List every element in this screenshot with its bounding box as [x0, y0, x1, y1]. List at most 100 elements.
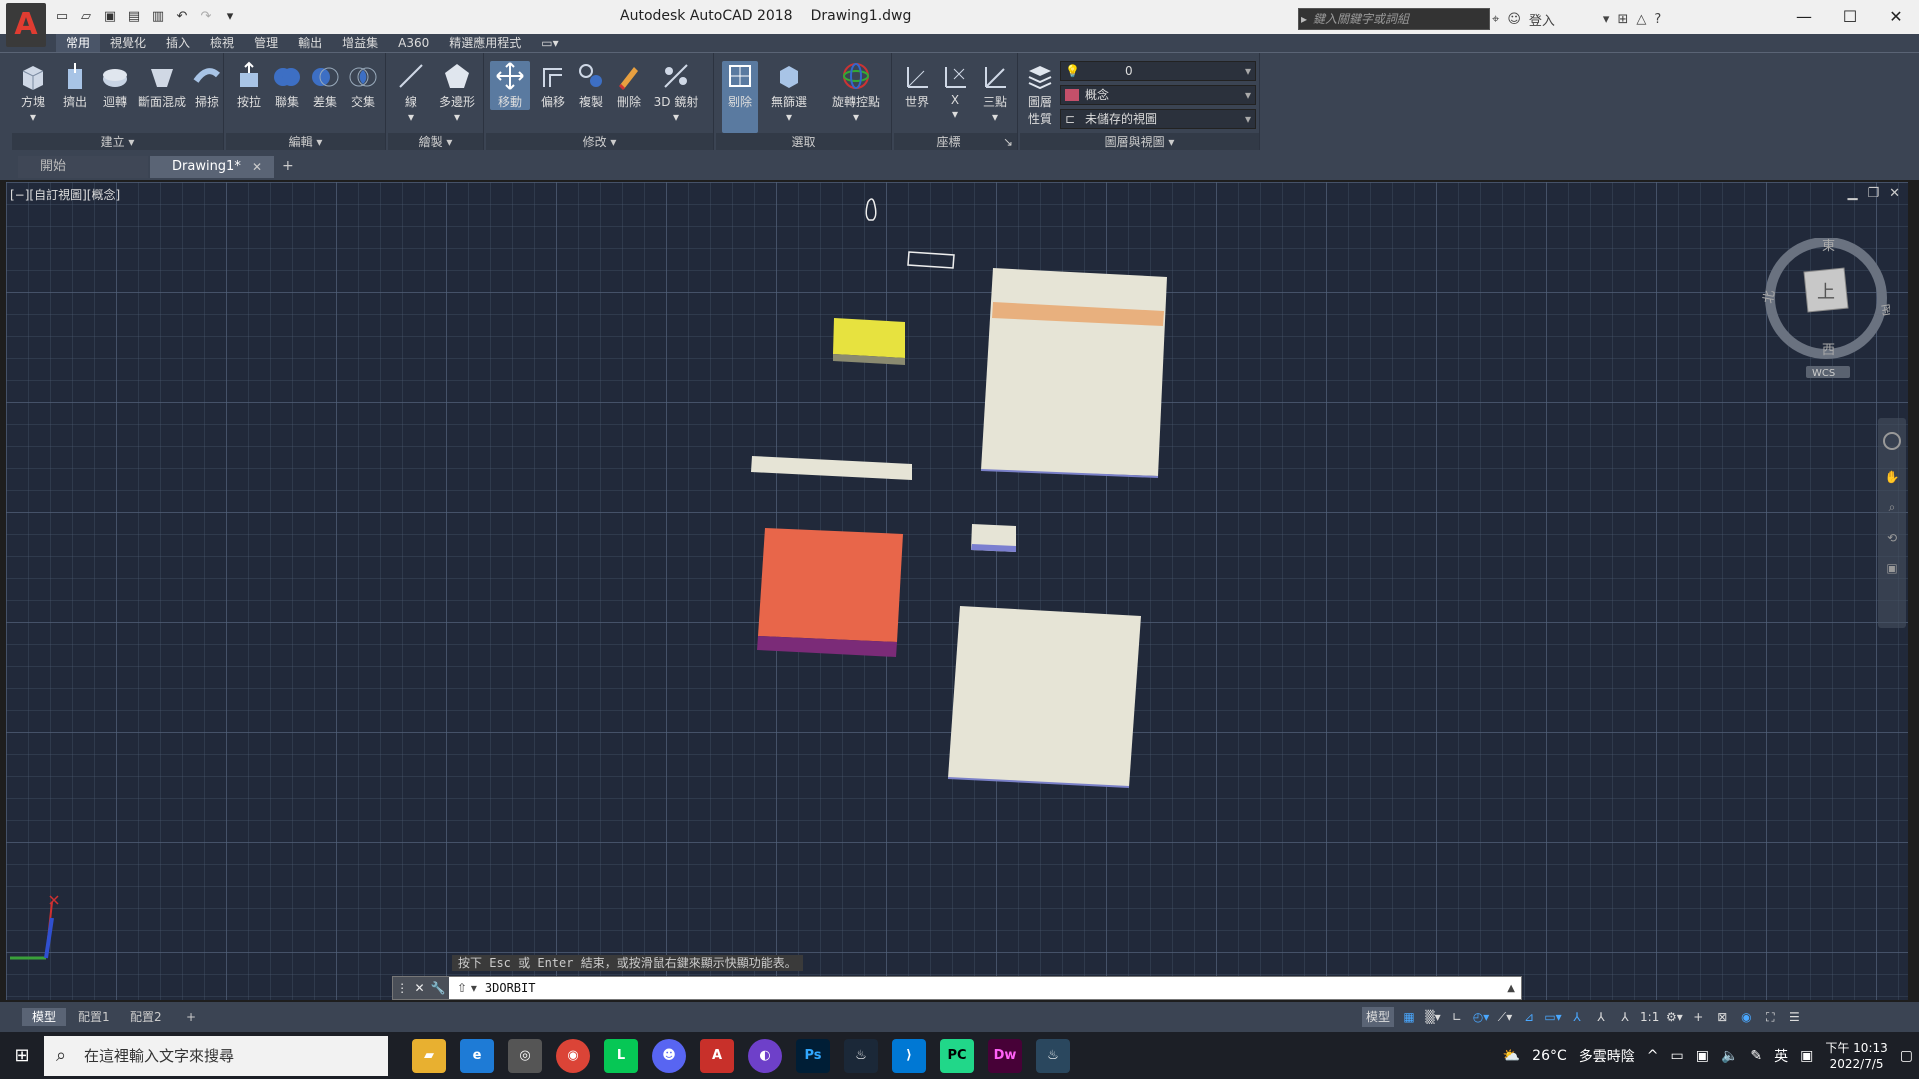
- model-space-button[interactable]: 模型: [1362, 1007, 1395, 1027]
- no-filter-button[interactable]: 無篩選 ▾: [764, 61, 814, 124]
- tab-addins[interactable]: 增益集: [332, 34, 388, 52]
- command-close-icon[interactable]: ✕: [414, 981, 424, 995]
- mirror3d-button[interactable]: 3D 鏡射 ▾: [648, 61, 704, 124]
- photoshop-icon[interactable]: Ps: [796, 1038, 830, 1073]
- layout-tab-layout2[interactable]: 配置2: [120, 1008, 172, 1026]
- fullscreen-icon[interactable]: ⛶: [1761, 1007, 1779, 1027]
- open-file-icon[interactable]: ▱: [76, 7, 96, 27]
- battery-icon[interactable]: ▭: [1670, 1048, 1683, 1064]
- github-icon[interactable]: ◐: [748, 1038, 782, 1073]
- layout-tab-layout1[interactable]: 配置1: [68, 1008, 120, 1026]
- signin-link[interactable]: 登入: [1529, 10, 1555, 29]
- isolate-objects-icon[interactable]: ◉: [1737, 1007, 1755, 1027]
- tab-output[interactable]: 輸出: [288, 34, 332, 52]
- annotation-visibility-icon[interactable]: ⅄: [1568, 1007, 1586, 1027]
- volume-icon[interactable]: 🔈: [1721, 1048, 1738, 1064]
- dreamweaver-icon[interactable]: Dw: [988, 1038, 1022, 1073]
- minimize-button[interactable]: —: [1781, 0, 1827, 34]
- group-selection-title[interactable]: 選取: [716, 133, 891, 151]
- group-draw-title[interactable]: 繪製 ▾: [388, 133, 483, 151]
- user-icon[interactable]: ☺: [1507, 12, 1521, 27]
- layer-properties-button[interactable]: 圖層 性質: [1022, 61, 1058, 127]
- zoom-icon[interactable]: ⌕: [1883, 500, 1901, 515]
- steam-icon[interactable]: ♨: [844, 1038, 878, 1073]
- isodraft-icon[interactable]: ⟋▾: [1496, 1007, 1514, 1027]
- plus-icon[interactable]: +: [1689, 1007, 1707, 1027]
- tab-start[interactable]: 開始: [18, 156, 148, 178]
- edge-icon[interactable]: e: [460, 1038, 494, 1073]
- union-button[interactable]: 聯集: [268, 61, 306, 110]
- annotation-scale-icon[interactable]: ⅄: [1616, 1007, 1634, 1027]
- drawing-area[interactable]: [−][自訂視圖][概念] ▁ ❐ ✕ 上 北 東 南 西 WCS ✋ ⌕ ⟲ …: [6, 182, 1908, 1000]
- undo-icon[interactable]: ↶: [172, 7, 192, 27]
- loft-button[interactable]: 斷面混成: [138, 61, 186, 110]
- annotation-scale-value[interactable]: 1:1: [1640, 1007, 1659, 1027]
- tab-manage[interactable]: 管理: [244, 34, 288, 52]
- world-ucs-button[interactable]: 世界: [898, 61, 936, 110]
- small-outline-box[interactable]: [907, 251, 955, 269]
- object-snap-icon[interactable]: ▭▾: [1544, 1007, 1562, 1027]
- steam-client-icon[interactable]: ♨: [1036, 1038, 1070, 1073]
- ortho-icon[interactable]: ∟: [1448, 1007, 1466, 1027]
- box-button[interactable]: 方塊 ▾: [14, 61, 52, 124]
- file-explorer-icon[interactable]: ▰: [412, 1038, 446, 1073]
- save-icon[interactable]: ▣: [100, 7, 120, 27]
- workspace-gear-icon[interactable]: ⚙▾: [1665, 1007, 1683, 1027]
- offset-button[interactable]: 偏移: [534, 61, 572, 110]
- redo-icon[interactable]: ↷: [196, 7, 216, 27]
- gizmo-button[interactable]: 旋轉控點 ▾: [824, 61, 888, 124]
- ime-indicator[interactable]: 英: [1774, 1046, 1788, 1066]
- layer-dropdown[interactable]: 💡 0: [1060, 61, 1256, 81]
- auto-scale-icon[interactable]: ⅄: [1592, 1007, 1610, 1027]
- visual-style-dropdown[interactable]: 概念: [1060, 85, 1256, 105]
- tab-overflow-icon[interactable]: ▭▾: [531, 34, 568, 52]
- cull-button[interactable]: 剔除: [722, 61, 758, 133]
- showmotion-icon[interactable]: ▣: [1883, 561, 1901, 575]
- subtract-button[interactable]: 差集: [306, 61, 344, 110]
- snap-icon[interactable]: ▒▾: [1424, 1007, 1442, 1027]
- command-recent-icon[interactable]: ⇧ ▾: [457, 981, 477, 995]
- print-icon[interactable]: ▥: [148, 7, 168, 27]
- orange-block[interactable]: [758, 528, 903, 642]
- application-menu-button[interactable]: A: [6, 3, 46, 47]
- maximize-button[interactable]: ☐: [1827, 0, 1873, 34]
- new-file-icon[interactable]: ▭: [52, 7, 72, 27]
- tab-insert[interactable]: 插入: [156, 34, 200, 52]
- tall-cream-block[interactable]: [981, 268, 1167, 476]
- line-icon-app[interactable]: L: [604, 1038, 638, 1073]
- customize-status-icon[interactable]: ☰: [1785, 1007, 1803, 1027]
- new-tab-icon[interactable]: +: [282, 158, 294, 174]
- save-as-icon[interactable]: ▤: [124, 7, 144, 27]
- weather-icon[interactable]: ⛅: [1503, 1048, 1520, 1064]
- layout-tab-model[interactable]: 模型: [22, 1008, 67, 1026]
- command-grip-icon[interactable]: ⋮: [396, 981, 408, 995]
- chevron-down-icon[interactable]: ▾: [1603, 12, 1610, 27]
- presspull-button[interactable]: 按拉: [230, 61, 268, 110]
- group-layers-views-title[interactable]: 圖層與視圖 ▾: [1020, 133, 1259, 151]
- binoculars-icon[interactable]: ⌖: [1492, 12, 1499, 27]
- tab-a360[interactable]: A360: [388, 34, 439, 52]
- pan-icon[interactable]: ✋: [1883, 470, 1901, 484]
- polar-icon[interactable]: ◴▾: [1472, 1007, 1490, 1027]
- line-button[interactable]: 線 ▾: [392, 61, 430, 124]
- search-input[interactable]: 鍵入關鍵字或詞組: [1298, 8, 1490, 30]
- command-history-icon[interactable]: ▲: [1507, 983, 1515, 994]
- discord-icon[interactable]: ☻: [652, 1038, 686, 1073]
- close-tab-icon[interactable]: ✕: [252, 160, 262, 174]
- cart-icon[interactable]: ⊞: [1617, 12, 1628, 27]
- tab-featured-apps[interactable]: 精選應用程式: [439, 34, 531, 52]
- grid-icon[interactable]: ▦: [1400, 1007, 1418, 1027]
- osnap-icon[interactable]: ⊿: [1520, 1007, 1538, 1027]
- autocad-icon[interactable]: A: [700, 1038, 734, 1073]
- named-view-dropdown[interactable]: ⊏ 未儲存的視圖: [1060, 109, 1256, 129]
- three-point-ucs-button[interactable]: 三點 ▾: [976, 61, 1014, 124]
- group-modify-title[interactable]: 修改 ▾: [486, 133, 713, 151]
- command-input[interactable]: [484, 981, 1508, 995]
- yellow-block[interactable]: [833, 318, 905, 358]
- action-center-icon[interactable]: ▢: [1900, 1048, 1913, 1064]
- tab-view[interactable]: 檢視: [200, 34, 244, 52]
- thin-slab[interactable]: [751, 456, 912, 480]
- erase-button[interactable]: 刪除: [610, 61, 648, 110]
- help-icon[interactable]: ?: [1654, 12, 1661, 27]
- close-button[interactable]: ✕: [1873, 0, 1919, 34]
